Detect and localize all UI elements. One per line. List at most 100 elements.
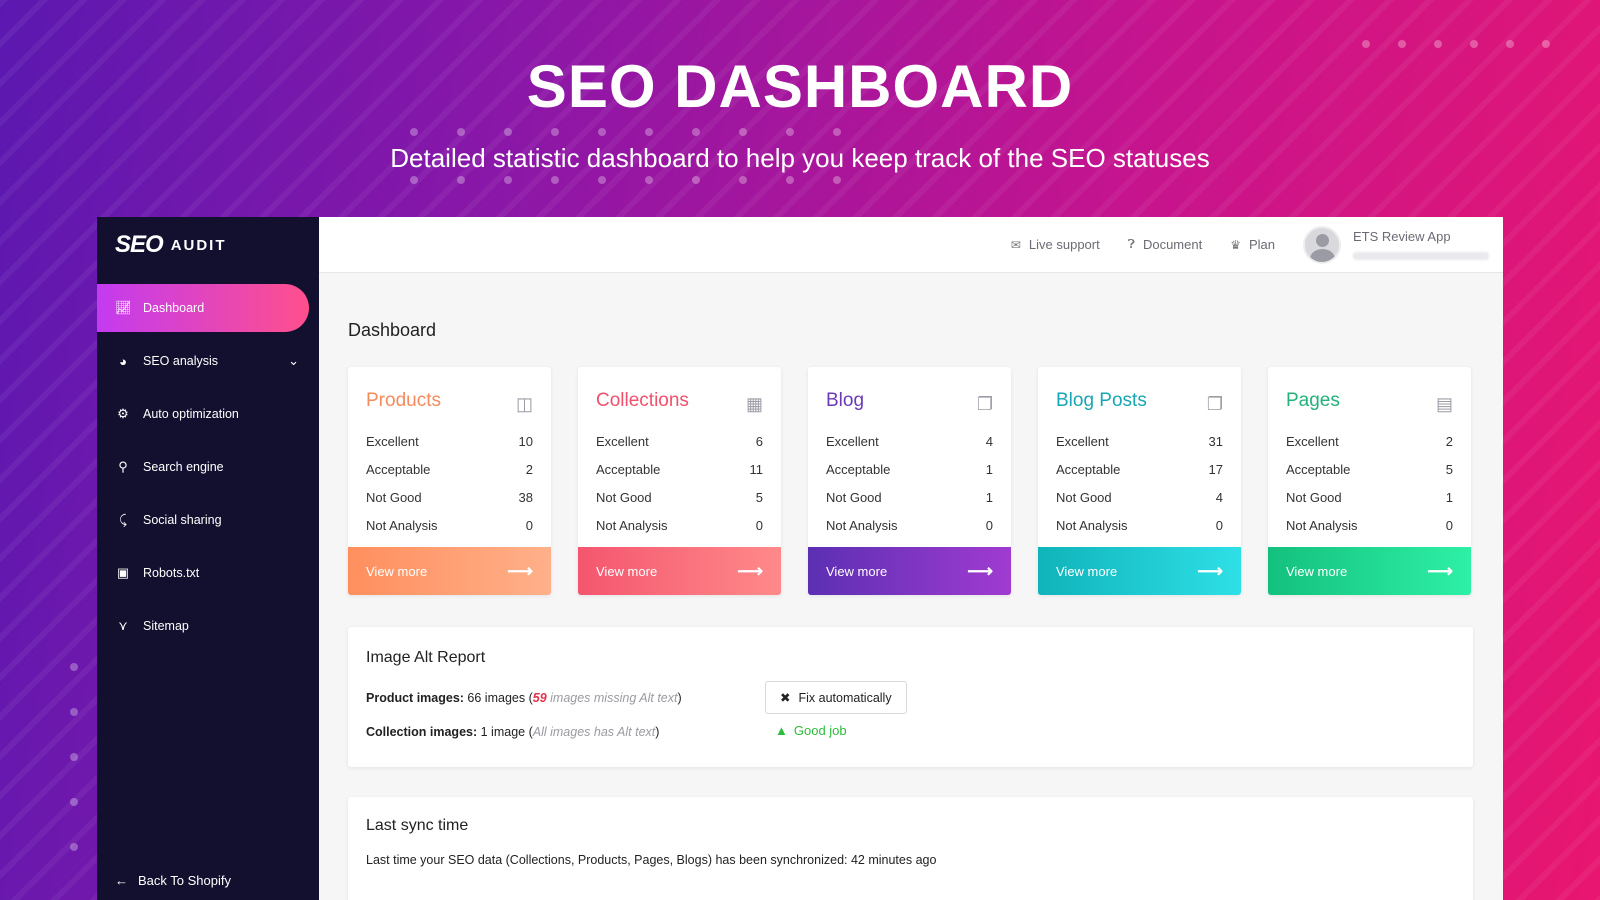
view-more-button[interactable]: View more ⟶ — [348, 547, 551, 595]
sidebar-item-label: SEO analysis — [143, 354, 219, 368]
card-row: Not Analysis 0 — [1038, 511, 1241, 539]
collection-alt-note: All images has Alt text — [532, 725, 656, 739]
user-menu[interactable]: ETS Review App — [1303, 225, 1489, 264]
card-row: Not Analysis 0 — [578, 511, 781, 539]
view-more-label: View more — [366, 563, 428, 579]
card-row: Not Analysis 0 — [348, 511, 551, 539]
row-label: Excellent — [826, 433, 879, 449]
sidebar-item-label: Robots.txt — [143, 566, 200, 580]
card-row: Not Good 4 — [1038, 483, 1241, 511]
sitemap-icon: ⋎ — [118, 618, 128, 633]
row-value: 10 — [518, 433, 533, 449]
row-value: 31 — [1208, 433, 1223, 449]
sidebar-item-seo-analysis[interactable]: ◕ SEO analysis ⌄ — [97, 337, 319, 385]
view-more-button[interactable]: View more ⟶ — [1268, 547, 1471, 595]
row-label: Not Good — [366, 489, 422, 505]
view-more-button[interactable]: View more ⟶ — [1038, 547, 1241, 595]
sidebar-item-sitemap[interactable]: ⋎ Sitemap — [97, 602, 319, 650]
row-label: Excellent — [1056, 433, 1109, 449]
sidebar-item-auto-optimization[interactable]: ⚙ Auto optimization — [97, 390, 319, 438]
collection-images-count: 1 image — [480, 725, 526, 739]
row-value: 4 — [985, 433, 993, 449]
image-alt-report-panel: Image Alt Report Product images: 66 imag… — [348, 627, 1473, 767]
row-value: 0 — [1445, 517, 1453, 533]
view-more-label: View more — [826, 563, 888, 579]
card-title: Pages — [1286, 390, 1340, 411]
row-value: 1 — [1445, 489, 1453, 505]
card-row: Excellent 31 — [1038, 427, 1241, 455]
view-more-label: View more — [596, 563, 658, 579]
box-icon: ◫ — [515, 394, 533, 414]
view-more-label: View more — [1056, 563, 1118, 579]
sidebar-item-label: Dashboard — [143, 301, 205, 315]
row-label: Excellent — [1286, 433, 1339, 449]
tools-icon: ✖ — [780, 691, 791, 705]
card-blog-posts: Blog Posts ❐ Excellent 31 Acceptable 17 No… — [1038, 367, 1241, 595]
arrow-right-icon: ⟶ — [1197, 560, 1223, 581]
view-more-button[interactable]: View more ⟶ — [808, 547, 1011, 595]
fix-automatically-button[interactable]: ✖ Fix automatically — [765, 681, 907, 714]
view-more-button[interactable]: View more ⟶ — [578, 547, 781, 595]
collection-images-label: Collection images: — [366, 725, 478, 739]
product-images-count: 66 images — [467, 691, 526, 705]
live-support-link[interactable]: ✉ Live support — [1011, 237, 1100, 252]
sidebar-item-search-engine[interactable]: ⚲ Search engine — [97, 443, 319, 491]
row-label: Not Good — [1056, 489, 1112, 505]
row-value: 1 — [985, 489, 993, 505]
chevron-down-icon[interactable]: ⌄ — [288, 353, 299, 369]
card-row: Excellent 6 — [578, 427, 781, 455]
document-link[interactable]: ❓︎ Document — [1128, 237, 1202, 252]
collection-images-line: Collection images: 1 image (All images h… — [366, 725, 660, 739]
row-value: 0 — [525, 517, 533, 533]
gears-icon: ⚙ — [117, 406, 129, 421]
row-label: Acceptable — [1286, 461, 1351, 477]
hero-title: SEO DASHBOARD — [526, 53, 1074, 120]
card-title: Products — [366, 390, 441, 411]
row-label: Excellent — [596, 433, 649, 449]
sidebar-item-label: Search engine — [143, 460, 224, 474]
card-row: Acceptable 2 — [348, 455, 551, 483]
arrow-left-icon: ← — [115, 873, 128, 888]
good-job-status: ▲ Good job — [775, 723, 847, 738]
sidebar-item-label: Auto optimization — [143, 407, 239, 421]
last-sync-panel: Last sync time Last time your SEO data (… — [348, 797, 1473, 900]
row-label: Acceptable — [826, 461, 891, 477]
sync-text: Last time your SEO data (Collections, Pr… — [366, 853, 937, 867]
row-label: Not Good — [1286, 489, 1342, 505]
row-value: 38 — [518, 489, 533, 505]
card-collections: Collections ▦ Excellent 6 Acceptable 11 No… — [578, 367, 781, 595]
back-to-shopify-link[interactable]: ← Back To Shopify — [115, 873, 231, 888]
card-row: Not Good 5 — [578, 483, 781, 511]
question-icon: ❓︎ — [1127, 237, 1135, 251]
boxes-icon: ▦ — [745, 394, 763, 414]
crown-icon: ♛ — [1230, 237, 1241, 252]
topbar: ✉ Live support ❓︎ Document ♛ Plan ETS Re… — [319, 217, 1503, 273]
card-row: Acceptable 11 — [578, 455, 781, 483]
app-logo: SEO AUDIT — [115, 231, 227, 259]
sidebar-item-robots[interactable]: ▣ Robots.txt — [97, 549, 319, 597]
copy-icon: ❐ — [976, 394, 993, 414]
plan-link[interactable]: ♛ Plan — [1230, 237, 1275, 252]
avatar — [1303, 225, 1341, 264]
decor-dots-top-right — [1362, 40, 1550, 48]
pie-icon: ◕ — [119, 353, 127, 369]
row-value: 4 — [1215, 489, 1223, 505]
live-support-label: Live support — [1028, 237, 1100, 252]
card-blog: Blog ❐ Excellent 4 Acceptable 1 Not Good 1 … — [808, 367, 1011, 595]
sidebar-item-dashboard[interactable]: 📈︎ Dashboard — [97, 284, 309, 332]
card-row: Excellent 10 — [348, 427, 551, 455]
plan-label: Plan — [1248, 237, 1275, 252]
sidebar-item-social-sharing[interactable]: ⤹ Social sharing — [97, 496, 319, 544]
product-images-line: Product images: 66 images (59 images mis… — [366, 691, 682, 705]
row-label: Not Analysis — [596, 517, 668, 533]
sidebar-item-label: Social sharing — [143, 513, 222, 527]
row-value: 0 — [1215, 517, 1223, 533]
card-products: Products ◫ Excellent 10 Acceptable 2 Not G… — [348, 367, 551, 595]
row-label: Acceptable — [596, 461, 661, 477]
row-label: Not Analysis — [826, 517, 898, 533]
row-label: Excellent — [366, 433, 419, 449]
card-row: Acceptable 1 — [808, 455, 1011, 483]
row-label: Not Good — [826, 489, 882, 505]
sidebar-item-label: Sitemap — [143, 619, 189, 633]
logo-audit: AUDIT — [170, 236, 227, 254]
